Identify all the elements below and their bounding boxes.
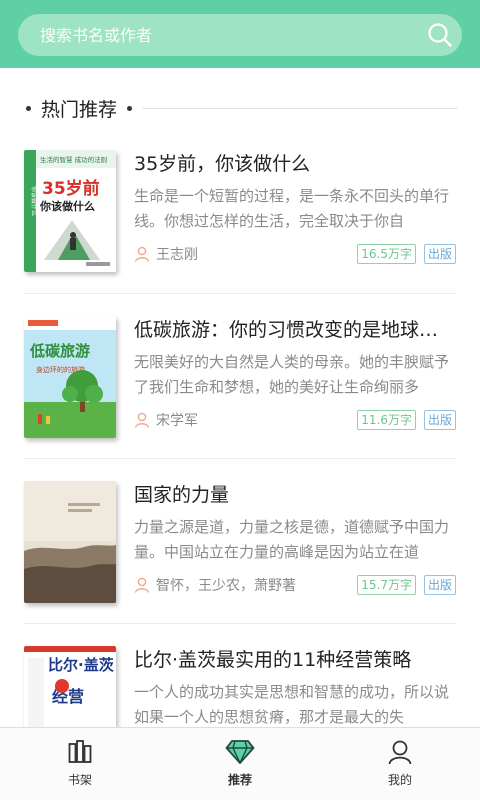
published-tag: 出版 — [423, 575, 456, 595]
book-meta: 宋学军 11.6万字 出版 — [134, 409, 456, 431]
section-header: 热门推荐 — [26, 92, 458, 124]
list-divider — [24, 623, 456, 624]
bookshelf-icon — [68, 740, 92, 763]
author-icon — [134, 577, 150, 593]
cover-title-line1: 比尔·盖茨 — [48, 656, 114, 674]
top-bar — [0, 0, 480, 68]
book-description: 一个人的成功其实是思想和智慧的成功，所以说如果一个人的思想贫瘠，那才是最大的失 — [134, 683, 450, 726]
book-description: 力量之源是道，力量之核是德，道德赋予中国力量。中国站立在力量的高峰是因为站立在道 — [134, 518, 450, 561]
author-icon — [134, 246, 150, 262]
cover-title-line1: 低碳旅游 — [29, 342, 90, 360]
book-description: 无限美好的大自然是人类的母亲。她的丰腴赋予了我们生命和梦想，她的美好让生命绚丽多 — [134, 353, 450, 396]
book-info: 35岁前，你该做什么 生命是一个短暂的过程，是一条永不回头的单行线。你想过怎样的… — [134, 150, 456, 265]
tab-bookshelf[interactable]: 书架 — [0, 728, 160, 800]
book-item[interactable]: 低碳旅游 身边环的的旅游 低碳旅游：你的习惯改变的是地球的... 无限美好的大自… — [24, 316, 456, 446]
book-title[interactable]: 比尔·盖茨最实用的11种经营策略 — [134, 646, 456, 674]
book-item[interactable]: 生活的智慧 成功的法则 35岁前 你该做什么 你该做什么 35岁前，你该做什么 … — [24, 150, 456, 280]
book-title[interactable]: 国家的力量 — [134, 481, 456, 509]
book-title[interactable]: 35岁前，你该做什么 — [134, 150, 456, 178]
bottom-tab-bar: 书架 推荐 我的 — [0, 727, 480, 800]
tab-label: 推荐 — [227, 773, 252, 787]
word-count-tag: 15.7万字 — [357, 575, 416, 595]
section-divider — [142, 107, 458, 109]
bullet-dot — [127, 105, 133, 111]
book-cover[interactable]: 生活的智慧 成功的法则 35岁前 你该做什么 你该做什么 — [24, 150, 116, 272]
author-icon — [134, 412, 150, 428]
book-author: 智怀，王少农，萧野著 — [156, 578, 296, 594]
book-info: 比尔·盖茨最实用的11种经营策略 一个人的成功其实是思想和智慧的成功，所以说如果… — [134, 646, 456, 730]
cover-title-line2: 你该做什么 — [39, 199, 95, 213]
cover-top-text: 生活的智慧 成功的法则 — [40, 155, 107, 164]
tab-recommend[interactable]: 推荐 — [160, 728, 320, 800]
search-icon — [428, 23, 452, 47]
book-author: 王志刚 — [156, 247, 198, 263]
search-button[interactable] — [418, 14, 462, 56]
book-title[interactable]: 低碳旅游：你的习惯改变的是地球的... — [134, 316, 456, 344]
book-meta: 王志刚 16.5万字 出版 — [134, 243, 456, 265]
cover-title-line1: 35岁前 — [42, 178, 100, 199]
tab-label: 我的 — [387, 773, 412, 787]
user-icon — [388, 740, 412, 765]
published-tag: 出版 — [423, 244, 456, 264]
tab-label: 书架 — [67, 773, 92, 787]
book-cover[interactable] — [24, 481, 116, 603]
book-cover[interactable]: 低碳旅游 身边环的的旅游 — [24, 316, 116, 438]
list-divider — [24, 293, 456, 294]
tab-profile[interactable]: 我的 — [320, 728, 480, 800]
diamond-icon — [225, 740, 255, 764]
book-item[interactable]: 国家的力量 力量之源是道，力量之核是德，道德赋予中国力量。中国站立在力量的高峰是… — [24, 481, 456, 611]
published-tag: 出版 — [423, 410, 456, 430]
book-meta: 智怀，王少农，萧野著 15.7万字 出版 — [134, 574, 456, 596]
word-count-tag: 16.5万字 — [357, 244, 416, 264]
search-input[interactable] — [18, 14, 418, 56]
book-description: 生命是一个短暂的过程，是一条永不回头的单行线。你想过怎样的生活，完全取决于你自 — [134, 187, 450, 230]
book-author: 宋学军 — [156, 413, 198, 429]
bullet-dot — [26, 105, 31, 111]
book-info: 国家的力量 力量之源是道，力量之核是德，道德赋予中国力量。中国站立在力量的高峰是… — [134, 481, 456, 596]
list-divider — [24, 458, 456, 459]
cover-side-text: 你该做什么 — [30, 186, 38, 216]
search-box[interactable] — [18, 14, 462, 56]
section-title: 热门推荐 — [41, 98, 118, 121]
book-info: 低碳旅游：你的习惯改变的是地球的... 无限美好的大自然是人类的母亲。她的丰腴赋… — [134, 316, 456, 431]
word-count-tag: 11.6万字 — [357, 410, 416, 430]
